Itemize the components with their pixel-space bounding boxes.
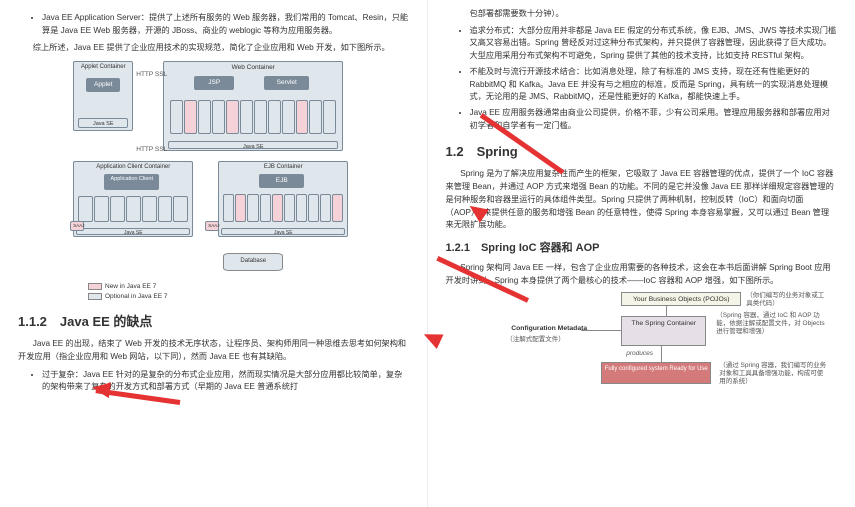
page-right: 包部署都需要数十分钟）。 追求分布式：大部分应用并非都是 Java EE 假定的… — [428, 0, 855, 507]
bullet-appserver-cost: Java EE 应用服务器通常由商业公司提供，价格不菲，少有公司采用。管理应用服… — [470, 107, 838, 132]
para-1-2: Spring 是为了解决应用复杂性而产生的框架，它吸取了 Java EE 容器管… — [446, 168, 838, 232]
container-label: The Spring Container — [631, 320, 696, 327]
bullet-opensource: 不能及时与流行开源技术结合：比如消息处理，除了有标准的 JMS 支持，现在还有性… — [470, 66, 838, 104]
container-box: The Spring Container — [621, 316, 706, 346]
database-label: Database — [224, 254, 282, 266]
bullet-list-javaee: Java EE Application Server：提供了上述所有服务的 We… — [42, 12, 409, 37]
http-ssl-1: HTTP SSL — [136, 71, 167, 79]
page-left: Java EE Application Server：提供了上述所有服务的 We… — [0, 0, 428, 507]
bullet-distributed: 追求分布式：大部分应用并非都是 Java EE 假定的分布式系统，像 EJB、J… — [470, 25, 838, 63]
database-cylinder: Database — [223, 253, 283, 271]
web-container-box: Web Container JSP Servlet Java SE — [163, 61, 343, 151]
section-1-2-heading: 1.2 Spring — [446, 142, 838, 162]
para-1-2-1: Spring 架构同 Java EE 一样，包含了企业应用需要的各种技术，这会在… — [446, 262, 838, 287]
connector-1 — [666, 306, 667, 316]
applet-container-box: Applet Container Applet Java SE — [73, 61, 133, 131]
produces-label: produces — [626, 350, 653, 358]
section-1-2-1-heading: 1.2.1 Spring IoC 容器和 AOP — [446, 240, 838, 257]
http-ssl-2: HTTP SSL — [136, 146, 167, 154]
ejb-container-label: EJB Container — [221, 163, 345, 172]
saaj-label-1: SAAJ — [70, 221, 84, 231]
javase-label-2: Java SE — [168, 141, 338, 149]
ready-note: （通过 Spring 容器，我们编写的业务对象和工具具备增强功能，构成可使用的系… — [719, 362, 829, 385]
applet-container-label: Applet Container — [76, 63, 130, 72]
web-container-label: Web Container — [166, 63, 340, 73]
summary-para: 综上所述，Java EE 提供了企业应用技术的实现规范，简化了企业应用和 Web… — [18, 42, 409, 55]
servlet-box: Servlet — [264, 76, 309, 90]
ejb-tech-bars — [223, 194, 343, 224]
pojos-note: （你们编写的业务对象或工具类代码） — [746, 292, 826, 308]
javase-label-4: Java SE — [221, 228, 345, 235]
pojos-label: Your Business Objects (POJOs) — [633, 296, 729, 303]
app-client-container-label: Application Client Container — [76, 163, 190, 172]
client-tech-bars — [78, 196, 188, 224]
saaj-label-2: SAAJ — [205, 221, 219, 231]
bullet-list-right: 追求分布式：大部分应用并非都是 Java EE 假定的分布式系统，像 EJB、J… — [470, 25, 838, 133]
legend-new: New in Java EE 7 — [105, 283, 156, 290]
config-note: （注解式配置文件） — [506, 336, 565, 344]
section-1-1-2-heading: 1.1.2 Java EE 的缺点 — [18, 312, 409, 332]
ejb-container-box: EJB Container EJB Java SE — [218, 161, 348, 237]
pojos-box: Your Business Objects (POJOs) — [621, 292, 741, 306]
connector-2 — [581, 330, 621, 331]
spring-container-diagram: Your Business Objects (POJOs) （你们编写的业务对象… — [471, 292, 811, 387]
javaee-architecture-diagram: Applet Container Applet Java SE Web Cont… — [73, 61, 353, 276]
javase-label-3: Java SE — [76, 228, 190, 235]
bullet-javaee-server: Java EE Application Server：提供了上述所有服务的 We… — [42, 12, 409, 37]
ready-label: Fully configured system Ready for Use — [605, 366, 708, 372]
connector-3 — [661, 346, 662, 362]
legend-opt: Optional in Java EE 7 — [105, 293, 168, 300]
jsp-box: JSP — [194, 76, 234, 90]
web-tech-bars — [170, 100, 336, 136]
container-note: （Spring 容器，通过 IoC 和 AOP 功能，依据注解或配置文件，对 O… — [716, 312, 826, 335]
applet-box: Applet — [86, 78, 120, 92]
app-client-box: Application Client — [104, 174, 159, 190]
annotation-arrow-1-head — [91, 380, 111, 398]
diagram-legend: New in Java EE 7 Optional in Java EE 7 — [88, 282, 409, 302]
top-fragment: 包部署都需要数十分钟）。 — [470, 8, 838, 21]
javase-label-1: Java SE — [78, 118, 128, 128]
ready-box: Fully configured system Ready for Use — [601, 362, 711, 384]
ejb-box: EJB — [259, 174, 304, 188]
para-1-1-2: Java EE 的出现，结束了 Web 开发的技术无序状态，让程序员、架构师用同… — [18, 338, 409, 363]
app-client-container-box: Application Client Container Application… — [73, 161, 193, 237]
config-label: Configuration Metadata — [511, 324, 587, 335]
